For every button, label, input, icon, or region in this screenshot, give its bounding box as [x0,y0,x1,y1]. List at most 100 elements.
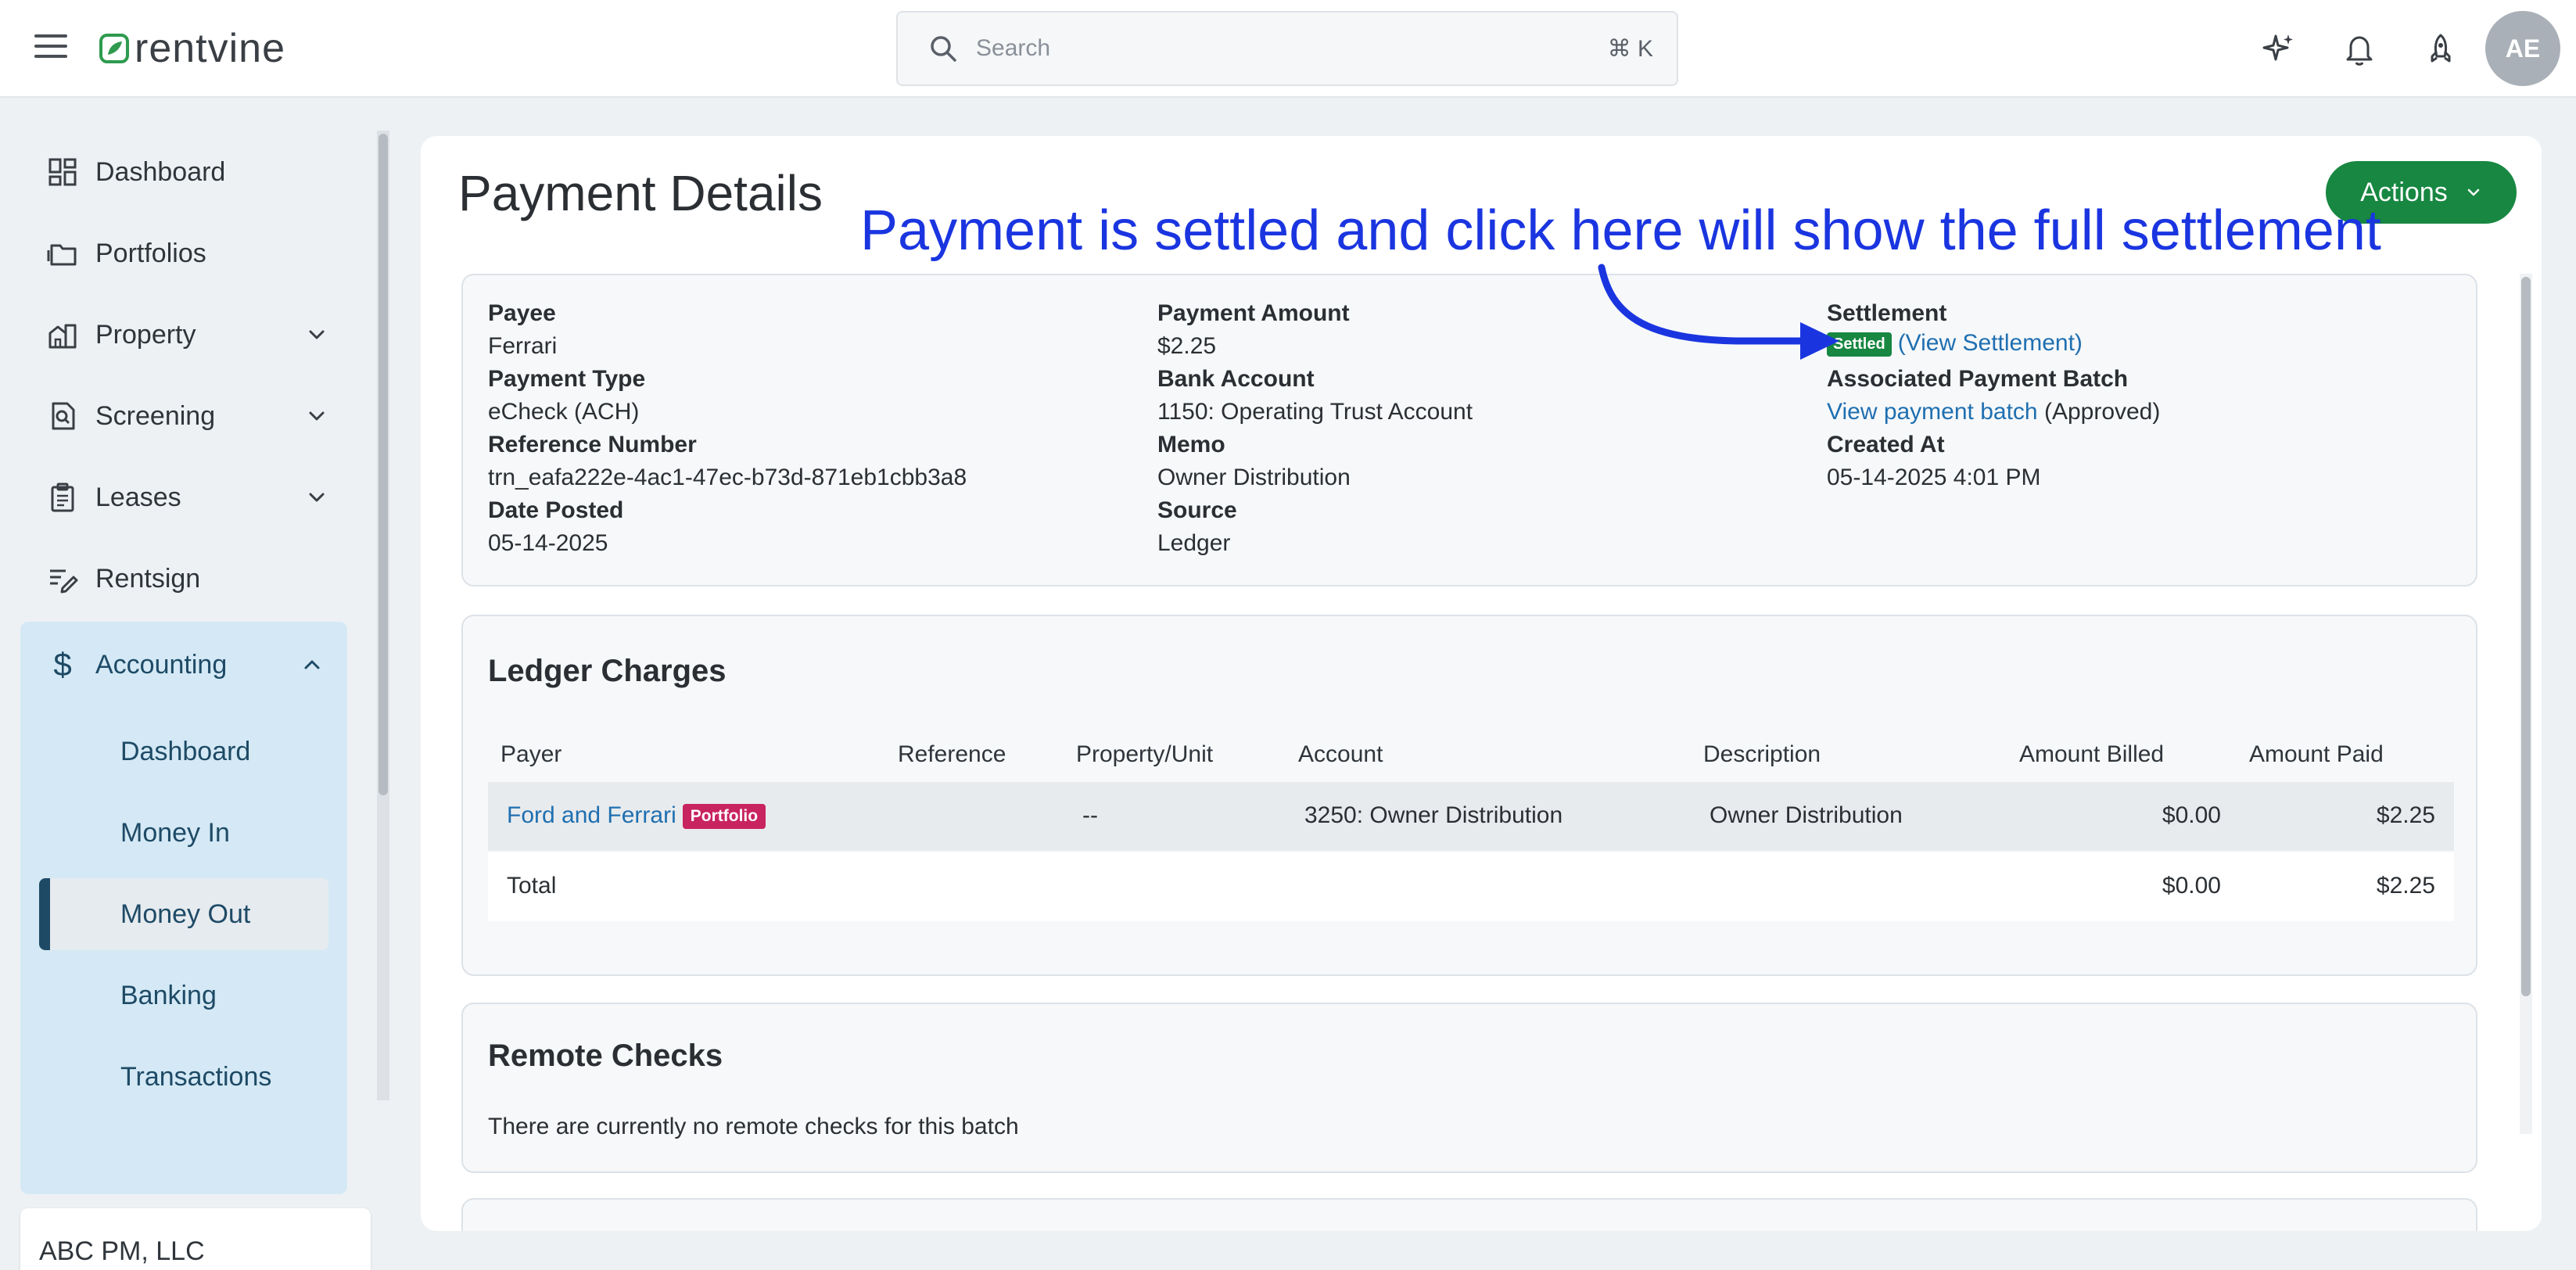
remote-checks-card: Remote Checks There are currently no rem… [461,1003,2477,1173]
payment-details-card: Payee Ferrari Payment Type eCheck (ACH) … [461,274,2477,587]
sidebar-scrollbar-thumb[interactable] [379,134,388,795]
sidebar-item-label: Screening [95,400,216,431]
sidebar-item-portfolios[interactable]: Portfolios [47,222,328,285]
rentsign-icon [50,569,78,594]
screening-icon [52,402,75,430]
main-scrollbar-thumb[interactable] [2521,277,2531,996]
leases-icon [51,483,74,512]
column-header-account: Account [1298,741,1383,767]
sidebar-subitem-label: Money In [120,817,230,848]
column-header-payer: Payer [500,741,562,767]
account-cell: 3250: Owner Distribution [1304,802,1563,828]
sidebar-item-label: Rentsign [95,563,201,594]
sidebar-item-label: Property [95,319,196,350]
sidebar-item-property[interactable]: Property [47,303,328,366]
sidebar-subitem-label: Transactions [120,1061,272,1092]
search-input[interactable]: Search ⌘ K [896,11,1678,86]
chevron-down-icon [309,330,325,339]
brand-logo[interactable]: rentvine [99,25,285,72]
sidebar-item-accounting[interactable]: $ Accounting [47,637,328,692]
payment-type-value: eCheck (ACH) [488,399,640,425]
portfolio-badge: Portfolio [682,804,766,830]
payment-amount-value: $2.25 [1157,333,1217,359]
sidebar-subitem-label: Money Out [120,899,251,929]
column-header-description: Description [1703,741,1821,767]
total-amount-paid: $2.25 [2376,873,2435,899]
payer-cell: Ford and Ferrari Portfolio [507,802,766,830]
view-payment-batch-link[interactable]: View payment batch [1827,399,2038,425]
annotation-text: Payment is settled and click here will s… [860,199,2381,262]
sidebar-item-screening[interactable]: Screening [47,385,328,447]
memo-value: Owner Distribution [1157,465,1351,490]
chevron-up-icon [304,660,320,669]
remote-checks-empty-message: There are currently no remote checks for… [488,1114,1019,1139]
table-total-row: Total $0.00 $2.25 [488,852,2454,921]
sidebar-item-label: Accounting [95,649,228,680]
sidebar-subitem-money-in[interactable]: Money In [39,797,328,869]
property-icon [48,324,77,349]
table-row[interactable]: Ford and Ferrari Portfolio -- 3250: Owner… [488,782,2454,851]
sidebar-item-label: Portfolios [95,238,206,268]
search-icon [931,36,956,62]
memo-label: Memo [1157,432,1225,457]
annotation-arrow-icon [1598,264,1839,360]
date-posted-value: 05-14-2025 [488,530,608,556]
payee-label: Payee [488,300,556,326]
sidebar-item-rentsign[interactable]: Rentsign [47,547,328,610]
source-value: Ledger [1157,530,1231,556]
date-posted-label: Date Posted [488,497,624,523]
view-settlement-link[interactable]: (View Settlement) [1898,330,2083,356]
organization-selector[interactable]: ABC PM, LLC [20,1208,371,1270]
sidebar-subitem-banking[interactable]: Banking [39,960,328,1031]
sidebar-item-dashboard[interactable]: Dashboard [47,141,328,203]
total-amount-billed: $0.00 [2162,873,2221,899]
amount-billed-cell: $0.00 [2162,802,2221,828]
source-label: Source [1157,497,1237,523]
column-header-amount-paid: Amount Paid [2249,741,2384,767]
property-unit-cell: -- [1082,802,1098,828]
sidebar-subitem-dashboard[interactable]: Dashboard [39,716,328,787]
sparkle-icon[interactable] [2260,31,2296,67]
bell-icon[interactable] [2341,31,2377,67]
sidebar-item-leases[interactable]: Leases [47,466,328,529]
search-shortcut: ⌘ K [1607,35,1653,62]
total-label: Total [507,873,557,899]
sidebar-item-label: Dashboard [95,156,226,187]
column-header-reference: Reference [898,741,1006,767]
created-at-label: Created At [1827,432,1945,457]
organization-name: ABC PM, LLC [39,1236,205,1266]
portfolios-icon [47,244,77,266]
chevron-down-icon [309,493,325,502]
bank-account-link[interactable]: 1150: Operating Trust Account [1157,399,1473,425]
payment-amount-label: Payment Amount [1157,300,1350,326]
amount-paid-link[interactable]: $2.25 [2377,802,2435,829]
next-section-card [461,1198,2477,1231]
menu-icon[interactable] [34,34,67,63]
sidebar: Dashboard Portfolios Property Screening [0,99,391,1270]
sidebar-subitem-label: Dashboard [120,736,251,766]
user-avatar[interactable]: AE [2485,11,2560,86]
reference-number-value: trn_eafa222e-4ac1-47ec-b73d-871eb1cbb3a8 [488,465,967,490]
associated-batch-value: View payment batch (Approved) [1827,399,2160,425]
column-header-property-unit: Property/Unit [1076,741,1214,767]
description-cell: Owner Distribution [1710,802,1903,828]
payer-link[interactable]: Ford and Ferrari [507,802,676,828]
rocket-icon[interactable] [2423,31,2459,67]
top-bar: rentvine Search ⌘ K AE [0,0,2576,98]
ledger-charges-title: Ledger Charges [488,654,727,688]
sidebar-subitem-transactions[interactable]: Transactions [39,1041,328,1113]
page-title: Payment Details [458,165,823,221]
reference-number-label: Reference Number [488,432,697,457]
payment-type-label: Payment Type [488,366,646,392]
dollar-icon: $ [53,646,72,683]
remote-checks-title: Remote Checks [488,1039,723,1073]
created-at-value: 05-14-2025 4:01 PM [1827,465,2041,490]
chevron-down-icon [309,411,325,421]
search-placeholder: Search [976,35,1051,61]
sidebar-subitem-money-out[interactable]: Money Out [39,878,328,950]
batch-status: (Approved) [2043,399,2161,425]
dashboard-icon [48,158,77,186]
accounting-group: $ Accounting Dashboard Money In Money Ou… [20,622,347,1194]
ledger-charges-card: Ledger Charges Payer Reference Property/… [461,615,2477,976]
payee-link[interactable]: Ferrari [488,333,557,360]
